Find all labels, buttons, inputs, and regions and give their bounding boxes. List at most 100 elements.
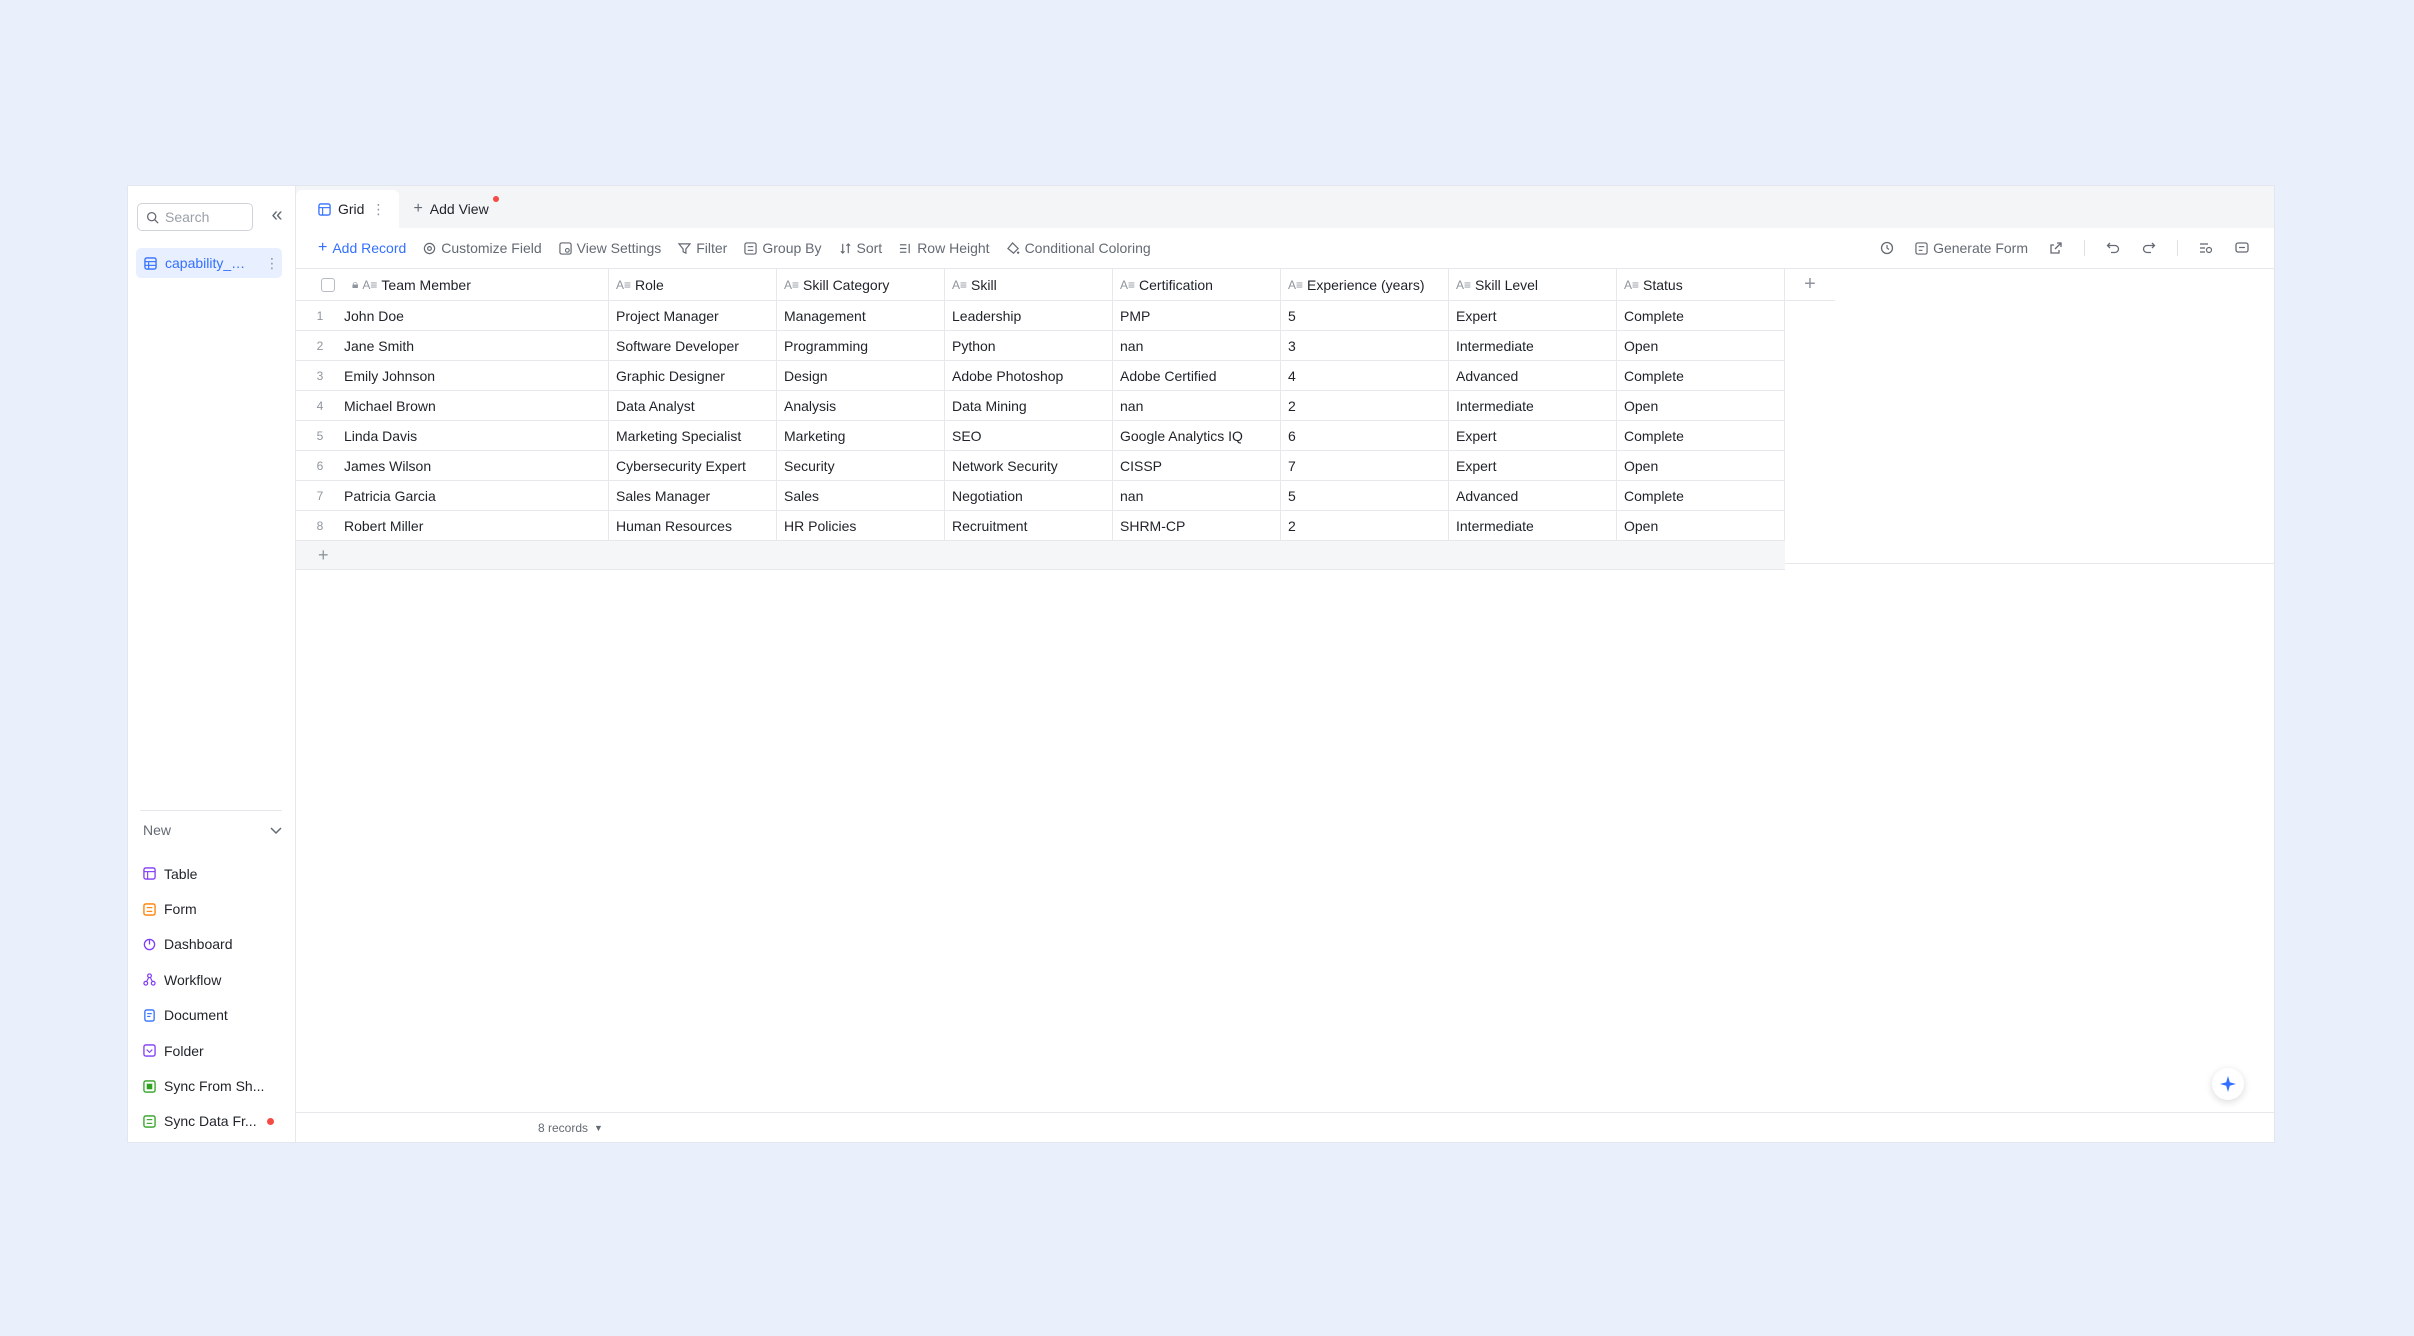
view-settings-button[interactable]: View Settings bbox=[558, 240, 661, 256]
customize-field-button[interactable]: Customize Field bbox=[423, 240, 542, 256]
share-icon[interactable] bbox=[2048, 240, 2064, 256]
table-cell[interactable]: 7 Patricia Garcia bbox=[296, 481, 609, 511]
table-cell[interactable]: 8 Robert Miller bbox=[296, 511, 609, 541]
table-cell[interactable]: 5 Linda Davis bbox=[296, 421, 609, 451]
table-cell[interactable]: Sales Manager bbox=[609, 481, 777, 511]
table-cell[interactable]: Adobe Certified bbox=[1113, 361, 1281, 391]
redo-icon[interactable] bbox=[2141, 240, 2157, 256]
search-records-icon[interactable] bbox=[2198, 240, 2214, 256]
column-header-experience[interactable]: A≡ Experience (years) bbox=[1281, 268, 1449, 301]
group-by-button[interactable]: Group By bbox=[744, 240, 822, 256]
generate-form-button[interactable]: Generate Form bbox=[1915, 240, 2028, 256]
new-sync-data-item[interactable]: Sync Data Fr... bbox=[142, 1104, 274, 1139]
row-height-button[interactable]: Row Height bbox=[899, 240, 990, 256]
table-cell[interactable]: Cybersecurity Expert bbox=[609, 451, 777, 481]
table-cell[interactable]: 4 bbox=[1281, 361, 1449, 391]
table-cell[interactable]: 6 bbox=[1281, 421, 1449, 451]
table-cell[interactable]: Expert bbox=[1449, 451, 1617, 481]
table-cell[interactable]: HR Policies bbox=[777, 511, 945, 541]
table-row[interactable]: 7 Patricia Garcia Sales Manager Sales Negoti… bbox=[296, 481, 1835, 511]
table-cell[interactable]: Data Analyst bbox=[609, 391, 777, 421]
table-cell[interactable]: Intermediate bbox=[1449, 331, 1617, 361]
table-cell[interactable]: Complete bbox=[1617, 361, 1785, 391]
table-cell[interactable]: Intermediate bbox=[1449, 511, 1617, 541]
table-cell[interactable]: Analysis bbox=[777, 391, 945, 421]
table-cell[interactable]: Advanced bbox=[1449, 481, 1617, 511]
table-cell[interactable]: Software Developer bbox=[609, 331, 777, 361]
table-cell[interactable]: Open bbox=[1617, 391, 1785, 421]
table-cell[interactable]: Management bbox=[777, 301, 945, 331]
table-cell[interactable]: Programming bbox=[777, 331, 945, 361]
table-cell[interactable]: Open bbox=[1617, 511, 1785, 541]
column-header-skill[interactable]: A≡ Skill bbox=[945, 268, 1113, 301]
search-box[interactable] bbox=[137, 203, 253, 231]
table-row[interactable]: 3 Emily Johnson Graphic Designer Design Adob… bbox=[296, 361, 1835, 391]
table-cell[interactable]: 4 Michael Brown bbox=[296, 391, 609, 421]
table-cell[interactable]: 5 bbox=[1281, 301, 1449, 331]
table-cell[interactable]: Complete bbox=[1617, 421, 1785, 451]
table-cell[interactable]: Open bbox=[1617, 451, 1785, 481]
new-form-item[interactable]: Form bbox=[142, 891, 274, 926]
table-cell[interactable]: 2 bbox=[1281, 391, 1449, 421]
search-input[interactable] bbox=[165, 209, 245, 225]
table-cell[interactable]: nan bbox=[1113, 481, 1281, 511]
new-table-item[interactable]: Table bbox=[142, 856, 274, 891]
table-cell[interactable]: 2 Jane Smith bbox=[296, 331, 609, 361]
table-row[interactable]: 8 Robert Miller Human Resources HR Policies… bbox=[296, 511, 1835, 541]
filter-button[interactable]: Filter bbox=[678, 240, 727, 256]
table-row[interactable]: 4 Michael Brown Data Analyst Analysis Data M… bbox=[296, 391, 1835, 421]
history-icon[interactable] bbox=[1879, 240, 1895, 256]
column-header-skill-category[interactable]: A≡ Skill Category bbox=[777, 268, 945, 301]
new-sync-sheet-item[interactable]: Sync From Sh... bbox=[142, 1068, 274, 1103]
tab-grid[interactable]: Grid ⋮ bbox=[296, 190, 400, 228]
sort-button[interactable]: Sort bbox=[839, 240, 882, 256]
table-row[interactable]: 6 James Wilson Cybersecurity Expert Securit… bbox=[296, 451, 1835, 481]
table-cell[interactable]: Google Analytics IQ bbox=[1113, 421, 1281, 451]
table-cell[interactable]: Human Resources bbox=[609, 511, 777, 541]
table-cell[interactable]: Data Mining bbox=[945, 391, 1113, 421]
comment-icon[interactable] bbox=[2234, 240, 2250, 256]
sidebar-item-table[interactable]: capability_ma... ⋮ bbox=[136, 248, 282, 278]
table-cell[interactable]: Negotiation bbox=[945, 481, 1113, 511]
table-cell[interactable]: 6 James Wilson bbox=[296, 451, 609, 481]
table-cell[interactable]: Recruitment bbox=[945, 511, 1113, 541]
table-cell[interactable]: Security bbox=[777, 451, 945, 481]
table-cell[interactable]: Expert bbox=[1449, 301, 1617, 331]
record-count-dropdown[interactable]: 8 records ▼ bbox=[538, 1121, 603, 1135]
table-cell[interactable]: 2 bbox=[1281, 511, 1449, 541]
table-cell[interactable]: Complete bbox=[1617, 301, 1785, 331]
more-options-icon[interactable]: ⋮ bbox=[265, 255, 279, 272]
table-row[interactable]: 2 Jane Smith Software Developer Programming… bbox=[296, 331, 1835, 361]
tab-more-icon[interactable]: ⋮ bbox=[371, 201, 385, 218]
table-cell[interactable]: Marketing Specialist bbox=[609, 421, 777, 451]
select-all-checkbox[interactable] bbox=[321, 277, 335, 292]
collapse-sidebar-icon[interactable]: « bbox=[267, 205, 287, 226]
add-row-button[interactable]: + bbox=[296, 541, 1785, 570]
table-cell[interactable]: Design bbox=[777, 361, 945, 391]
table-cell[interactable]: Leadership bbox=[945, 301, 1113, 331]
table-cell[interactable]: Expert bbox=[1449, 421, 1617, 451]
table-cell[interactable]: 5 bbox=[1281, 481, 1449, 511]
table-cell[interactable]: Graphic Designer bbox=[609, 361, 777, 391]
table-cell[interactable]: Complete bbox=[1617, 481, 1785, 511]
table-cell[interactable]: Adobe Photoshop bbox=[945, 361, 1113, 391]
column-header-certification[interactable]: A≡ Certification bbox=[1113, 268, 1281, 301]
table-cell[interactable]: Sales bbox=[777, 481, 945, 511]
new-document-item[interactable]: Document bbox=[142, 998, 274, 1033]
column-header-team-member[interactable]: 🔒︎ A≡ Team Member bbox=[296, 268, 609, 301]
table-cell[interactable]: Advanced bbox=[1449, 361, 1617, 391]
table-cell[interactable]: PMP bbox=[1113, 301, 1281, 331]
column-header-status[interactable]: A≡ Status bbox=[1617, 268, 1785, 301]
table-cell[interactable]: SHRM-CP bbox=[1113, 511, 1281, 541]
column-header-skill-level[interactable]: A≡ Skill Level bbox=[1449, 268, 1617, 301]
table-cell[interactable]: Open bbox=[1617, 331, 1785, 361]
add-view-button[interactable]: + Add View bbox=[399, 190, 502, 228]
table-row[interactable]: 5 Linda Davis Marketing Specialist Marketin… bbox=[296, 421, 1835, 451]
new-dashboard-item[interactable]: Dashboard bbox=[142, 927, 274, 962]
undo-icon[interactable] bbox=[2105, 240, 2121, 256]
table-cell[interactable]: 1 John Doe bbox=[296, 301, 609, 331]
add-record-button[interactable]: + Add Record bbox=[318, 239, 406, 257]
new-workflow-item[interactable]: Workflow bbox=[142, 962, 274, 997]
table-cell[interactable]: Network Security bbox=[945, 451, 1113, 481]
ai-assistant-button[interactable] bbox=[2212, 1068, 2244, 1100]
